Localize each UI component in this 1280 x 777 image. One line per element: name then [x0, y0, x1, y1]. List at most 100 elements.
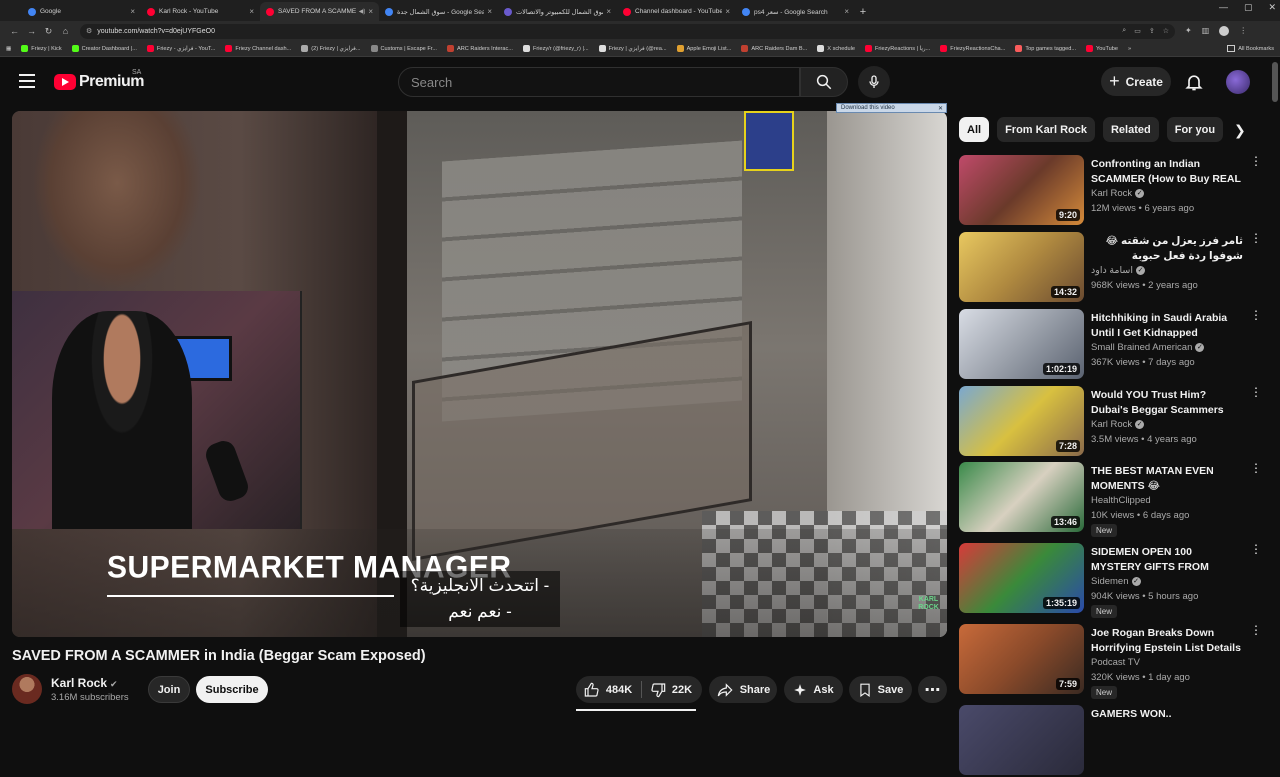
- tab-close-icon[interactable]: ×: [130, 7, 135, 16]
- recommended-video-title[interactable]: THE BEST MATAN EVEN MOMENTS 😂: [1091, 464, 1243, 494]
- video-thumbnail[interactable]: 14:32: [959, 232, 1084, 302]
- recommended-video-channel[interactable]: اسامة داود ✓: [1091, 265, 1146, 276]
- search-button[interactable]: [800, 67, 848, 97]
- recommended-video-title[interactable]: Confronting an Indian SCAMMER (How to Bu…: [1091, 157, 1243, 187]
- bookmark-item[interactable]: Friezy Channel dash...: [225, 45, 291, 52]
- more-actions-button[interactable]: ⋯: [918, 676, 947, 703]
- apps-icon[interactable]: ▦: [6, 46, 11, 52]
- tab-close-icon[interactable]: ×: [725, 7, 730, 16]
- page-scrollbar[interactable]: [1272, 62, 1278, 102]
- recommended-video[interactable]: GAMERS WON..: [959, 705, 1275, 777]
- save-button[interactable]: Save: [849, 676, 912, 703]
- bookmark-item[interactable]: FriezyReactions | ريا...: [864, 45, 930, 52]
- share-button[interactable]: Share: [709, 676, 777, 703]
- browser-tab[interactable]: ps4 سعر - Google Search ×: [736, 2, 855, 21]
- video-options-icon[interactable]: ⋮: [1250, 155, 1262, 167]
- browser-tab[interactable]: SAVED FROM A SCAMMER ◀) ×: [260, 2, 379, 21]
- chevron-right-icon[interactable]: ❯: [1234, 122, 1246, 139]
- all-bookmarks-button[interactable]: All Bookmarks: [1227, 45, 1274, 52]
- bookmark-item[interactable]: Apple Emoji List...: [676, 45, 731, 52]
- browser-profile-avatar[interactable]: [1219, 26, 1230, 36]
- download-video-bar[interactable]: Download this video ✕: [836, 103, 947, 113]
- bookmark-item[interactable]: YouTube: [1086, 45, 1118, 52]
- video-options-icon[interactable]: ⋮: [1250, 386, 1262, 398]
- tab-close-icon[interactable]: ×: [606, 7, 611, 16]
- dislike-button[interactable]: 22K: [640, 682, 702, 698]
- forward-icon[interactable]: →: [23, 26, 40, 36]
- bookmark-item[interactable]: Top games tagged...: [1015, 45, 1076, 52]
- video-thumbnail[interactable]: 1:35:19: [959, 543, 1084, 613]
- search-box[interactable]: [398, 67, 800, 97]
- zoom-icon[interactable]: ⌕: [1122, 27, 1126, 35]
- channel-avatar[interactable]: [12, 674, 42, 704]
- join-button[interactable]: Join: [148, 676, 190, 703]
- voice-search-button[interactable]: [858, 66, 890, 98]
- extensions-icon[interactable]: ✦: [1185, 26, 1192, 36]
- recommended-video-title[interactable]: Would YOU Trust Him? Dubai's Beggar Scam…: [1091, 388, 1243, 418]
- recommended-video-title[interactable]: SIDEMEN OPEN 100 MYSTERY GIFTS FROM SUBS…: [1091, 545, 1243, 575]
- account-avatar[interactable]: [1226, 70, 1250, 94]
- back-icon[interactable]: ←: [6, 26, 23, 36]
- recommended-video-channel[interactable]: Sidemen ✓: [1091, 576, 1141, 587]
- bookmark-item[interactable]: ARC Raiders Interac...: [446, 45, 513, 52]
- recommended-video-channel[interactable]: HealthClipped: [1091, 495, 1151, 506]
- bookmark-item[interactable]: X schedule: [817, 45, 855, 52]
- recommended-video-title[interactable]: ثامر فرز يعزل من شقته 😂 شوفوا ردة فعل حب…: [1091, 234, 1243, 264]
- minimize-icon[interactable]: —: [1219, 2, 1228, 13]
- browser-tab[interactable]: Google ×: [22, 2, 141, 21]
- recommended-video[interactable]: 1:02:19 Hitchhiking in Saudi Arabia Until…: [959, 309, 1275, 381]
- like-button[interactable]: 484K: [576, 682, 640, 698]
- bookmark-item[interactable]: Customs | Escape Fr...: [370, 45, 437, 52]
- browser-tab[interactable]: سوق الشمال للكمبيوتر والاتصالات ×: [498, 2, 617, 21]
- browser-tab[interactable]: Karl Rock - YouTube ×: [141, 2, 260, 21]
- video-thumbnail[interactable]: 7:28: [959, 386, 1084, 456]
- chip-for-you[interactable]: For you: [1166, 117, 1224, 142]
- bookmark-item[interactable]: Friezy | Kick: [21, 45, 62, 52]
- chip-related[interactable]: Related: [1102, 117, 1159, 142]
- browser-menu-icon[interactable]: ⋮: [1239, 26, 1247, 36]
- chip-all[interactable]: All: [959, 117, 990, 142]
- video-thumbnail[interactable]: [959, 705, 1084, 775]
- close-window-icon[interactable]: ✕: [1268, 2, 1276, 13]
- recommended-video-channel[interactable]: Small Brained American ✓: [1091, 342, 1205, 353]
- tab-close-icon[interactable]: ×: [487, 7, 492, 16]
- site-info-icon[interactable]: ⚙: [86, 27, 92, 35]
- tab-audio-icon[interactable]: ◀): [359, 8, 366, 15]
- home-icon[interactable]: ⌂: [57, 26, 74, 36]
- bookmark-item[interactable]: Friezy | فرايزي (@rea...: [598, 45, 667, 52]
- video-thumbnail[interactable]: 7:59: [959, 624, 1084, 694]
- recommended-video-channel[interactable]: Podcast TV: [1091, 657, 1140, 668]
- browser-tab[interactable]: سوق الشمال جدة - Google Search×: [379, 2, 498, 21]
- youtube-premium-logo[interactable]: Premium SA: [54, 69, 144, 91]
- bookmarks-overflow-icon[interactable]: »: [1128, 46, 1131, 52]
- maximize-icon[interactable]: ▢: [1244, 2, 1253, 13]
- recommended-video-channel[interactable]: Karl Rock ✓: [1091, 419, 1145, 430]
- video-options-icon[interactable]: ⋮: [1250, 232, 1262, 244]
- browser-tab[interactable]: Channel dashboard - YouTube ×: [617, 2, 736, 21]
- recommended-video-channel[interactable]: Karl Rock ✓: [1091, 188, 1145, 199]
- bookmark-item[interactable]: (2) Friezy | فرايزي...: [301, 45, 361, 52]
- notifications-bell-icon[interactable]: [1184, 71, 1204, 98]
- channel-name[interactable]: Karl Rock ✔: [51, 676, 118, 690]
- recommended-video-title[interactable]: Hitchhiking in Saudi Arabia Until I Get …: [1091, 311, 1243, 341]
- address-bar[interactable]: ⚙ youtube.com/watch?v=d0ejUYFGeO0 ⌕ ▭ ⇪ …: [80, 23, 1175, 39]
- recommended-video-title[interactable]: Joe Rogan Breaks Down Horrifying Epstein…: [1091, 626, 1243, 656]
- tab-close-icon[interactable]: ×: [368, 7, 373, 16]
- video-options-icon[interactable]: ⋮: [1250, 624, 1262, 636]
- video-options-icon[interactable]: ⋮: [1250, 462, 1262, 474]
- recommended-video[interactable]: 7:59 Joe Rogan Breaks Down Horrifying Eps…: [959, 624, 1275, 699]
- menu-icon[interactable]: [19, 74, 35, 88]
- bookmark-star-icon[interactable]: ☆: [1163, 27, 1169, 35]
- share-page-icon[interactable]: ⇪: [1149, 27, 1155, 35]
- reload-icon[interactable]: ↻: [40, 26, 57, 37]
- subscribe-button[interactable]: Subscribe: [196, 676, 268, 703]
- new-tab-button[interactable]: +: [855, 2, 871, 21]
- bookmark-item[interactable]: Friezy - فرايزي - YouT...: [146, 45, 215, 52]
- recommended-video[interactable]: 1:35:19 SIDEMEN OPEN 100 MYSTERY GIFTS FR…: [959, 543, 1275, 618]
- bookmark-item[interactable]: ARC Raiders Dam B...: [741, 45, 807, 52]
- recommended-video[interactable]: 13:46 THE BEST MATAN EVEN MOMENTS 😂 Health…: [959, 462, 1275, 537]
- bookmark-item[interactable]: Creator Dashboard |...: [71, 45, 137, 52]
- tab-close-icon[interactable]: ×: [844, 7, 849, 16]
- video-options-icon[interactable]: ⋮: [1250, 543, 1262, 555]
- bookmark-item[interactable]: Friezy/r (@friezy_r) |...: [522, 45, 589, 52]
